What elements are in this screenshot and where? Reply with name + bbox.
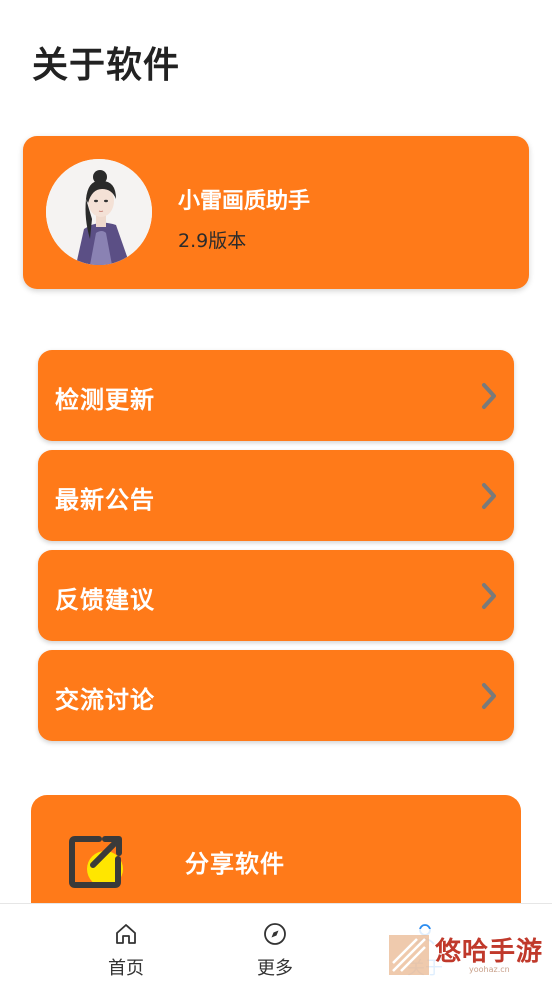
chevron-right-icon	[482, 583, 496, 609]
app-name: 小雷画质助手	[178, 189, 311, 214]
chevron-right-icon	[482, 483, 496, 509]
latest-announcement-button[interactable]: 最新公告	[38, 450, 514, 541]
watermark-subtext: yoohaz.cn	[469, 965, 510, 974]
menu-item-label: 反馈建议	[55, 586, 155, 614]
nav-tab-label: 更多	[257, 958, 293, 979]
nav-tab-more[interactable]: 更多	[235, 904, 315, 982]
chevron-right-icon	[482, 383, 496, 409]
nav-tab-label: 首页	[108, 958, 144, 979]
page-title: 关于软件	[32, 45, 181, 86]
check-update-button[interactable]: 检测更新	[38, 350, 514, 441]
menu-item-label: 最新公告	[55, 486, 155, 514]
feedback-button[interactable]: 反馈建议	[38, 550, 514, 641]
share-external-icon	[69, 836, 123, 888]
share-app-label: 分享软件	[185, 850, 285, 878]
chevron-right-icon	[482, 683, 496, 709]
home-icon	[116, 924, 136, 944]
compass-icon	[264, 923, 286, 945]
discussion-button[interactable]: 交流讨论	[38, 650, 514, 741]
app-info-card: 小雷画质助手 2.9版本	[23, 136, 529, 289]
watermark: 悠哈手游 yoohaz.cn	[385, 929, 552, 981]
menu-item-label: 检测更新	[55, 386, 155, 414]
nav-tab-home[interactable]: 首页	[86, 904, 166, 982]
watermark-logo-icon	[389, 935, 429, 975]
app-avatar	[46, 159, 152, 265]
menu-item-label: 交流讨论	[55, 686, 155, 714]
app-version: 2.9版本	[178, 230, 247, 252]
watermark-text: 悠哈手游	[435, 937, 544, 967]
